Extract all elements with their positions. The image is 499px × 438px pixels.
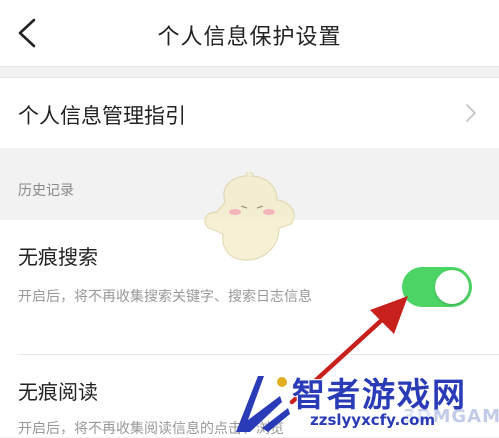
site-watermark: 智者游戏网 3DMGAME zzslyyxcfy.com [228,366,499,437]
incognito-search-title: 无痕搜索 [18,245,98,269]
personal-info-guide-row[interactable]: 个人信息管理指引 [0,78,499,148]
section-gap [0,66,499,78]
incognito-reading-title: 无痕阅读 [18,380,98,404]
incognito-search-description: 开启后，将不再收集搜索关键字、搜索日志信息 [18,289,312,305]
toggle-knob [435,270,469,304]
mascot-watermark-icon [204,172,295,261]
watermark-site-url: zzslyyxcfy.com [310,411,436,429]
top-nav-bar: 个人信息保护设置 [0,0,499,66]
watermark-logo-icon [236,376,290,432]
incognito-search-toggle[interactable] [402,267,472,307]
chevron-right-icon [466,104,476,122]
page-title: 个人信息保护设置 [157,25,342,50]
history-section-label: 历史记录 [18,183,74,199]
personal-info-guide-label: 个人信息管理指引 [18,104,186,128]
row-divider [18,354,499,355]
